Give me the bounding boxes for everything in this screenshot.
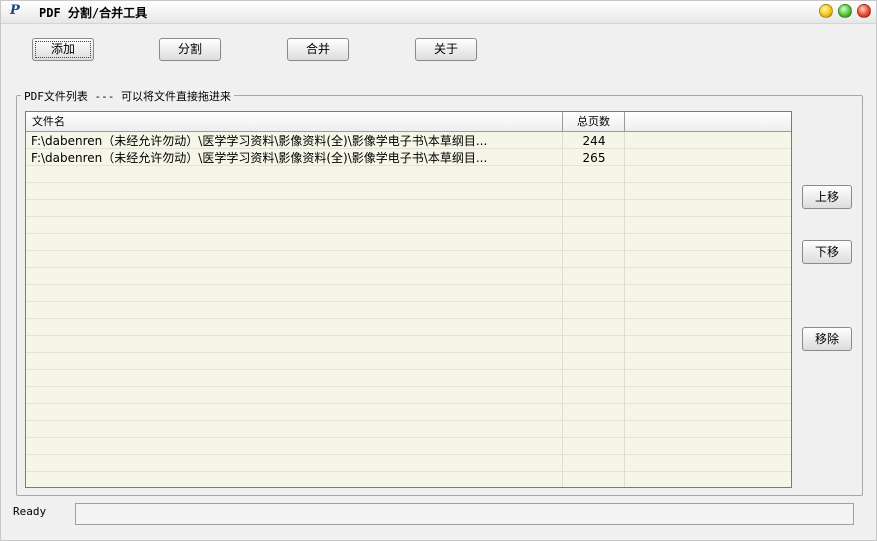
column-divider [624,132,625,487]
list-header: 文件名 总页数 [26,112,791,132]
list-row[interactable]: F:\dabenren（未经允许勿动）\医学学习资料\影像资料(全)\影像学电子… [26,150,791,167]
column-header-filename[interactable]: 文件名 [26,112,563,131]
progress-bar [75,503,854,525]
remove-button[interactable]: 移除 [802,327,852,351]
file-path-cell: F:\dabenren（未经允许勿动）\医学学习资料\影像资料(全)\影像学电子… [31,151,488,165]
page-count-cell: 244 [582,134,606,148]
title-bar[interactable]: P PDF 分割/合并工具 [1,1,876,24]
move-up-button[interactable]: 上移 [802,185,852,209]
maximize-icon[interactable] [838,4,852,18]
close-icon[interactable] [857,4,871,18]
list-row[interactable]: F:\dabenren（未经允许勿动）\医学学习资料\影像资料(全)\影像学电子… [26,133,791,150]
column-header-pages[interactable]: 总页数 [563,112,625,131]
file-list-group-label: PDF文件列表 --- 可以将文件直接拖进来 [21,88,234,104]
status-text: Ready [13,505,47,518]
add-button[interactable]: 添加 [32,38,94,61]
window-title: PDF 分割/合并工具 [39,6,148,20]
file-list[interactable]: 文件名 总页数 F:\dabenren（未经允许勿动）\医学学习资料\影像资料(… [25,111,792,488]
app-icon: P [10,3,20,18]
minimize-icon[interactable] [819,4,833,18]
list-body[interactable] [26,132,791,487]
split-button[interactable]: 分割 [159,38,221,61]
about-button[interactable]: 关于 [415,38,477,61]
move-down-button[interactable]: 下移 [802,240,852,264]
column-divider [562,132,563,487]
main-window: P PDF 分割/合并工具 添加 分割 合并 关于 PDF文件列表 --- 可以… [0,0,877,541]
merge-button[interactable]: 合并 [287,38,349,61]
page-count-cell: 265 [582,151,606,165]
file-path-cell: F:\dabenren（未经允许勿动）\医学学习资料\影像资料(全)\影像学电子… [31,134,488,148]
